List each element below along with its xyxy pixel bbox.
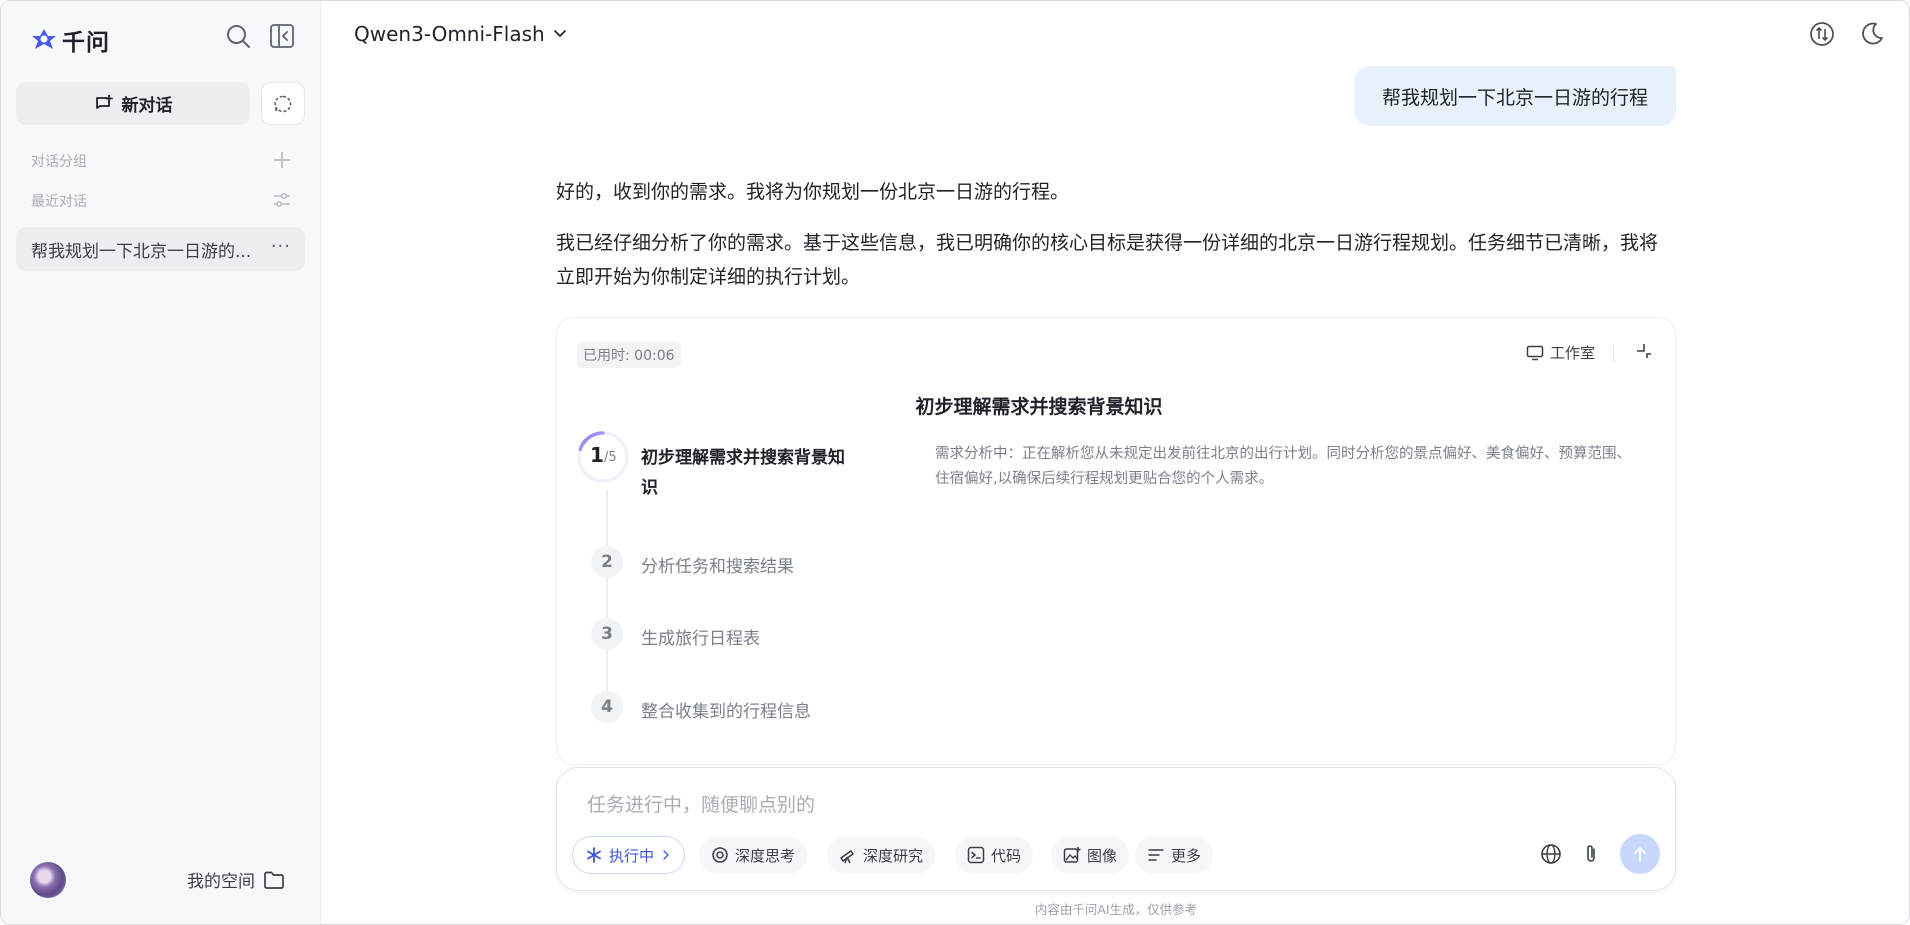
assistant-paragraph-1: 好的，收到你的需求。我将为你规划一份北京一日游的行程。 [556,181,1070,203]
image-label: 图像 [1087,846,1118,865]
image-icon [1063,847,1081,863]
code-icon [967,846,985,864]
folder-icon [264,871,284,889]
user-message-text: 帮我规划一下北京一日游的行程 [1381,86,1648,109]
card-divider [1613,346,1614,362]
user-message-bubble: 帮我规划一下北京一日游的行程 [1354,66,1676,126]
step-label-4: 整合收集到的行程信息 [641,702,811,722]
chevron-right-icon [663,850,669,860]
sort-arrows-icon[interactable] [1809,21,1835,47]
qianwen-logo-icon [32,29,56,49]
sidebar: 千问 新对话 对话分组 最近对话 帮我规划一下北京一日游的... ··· 我的空… [1,1,321,924]
chat-bubble-button[interactable] [261,82,305,125]
deep-research-label: 深度研究 [863,846,924,865]
app-window: 千问 新对话 对话分组 最近对话 帮我规划一下北京一日游的... ··· 我的空… [0,0,1910,925]
deep-think-icon [712,847,728,863]
recent-conversation-item[interactable]: 帮我规划一下北京一日游的... ··· [16,227,305,271]
my-space-button[interactable]: 我的空间 [187,867,285,892]
step-number-3: 3 [591,618,623,650]
more-lines-icon [1148,849,1164,861]
running-status-label: 执行中 [609,846,655,865]
step-label-3: 生成旅行日程表 [641,629,760,649]
current-step-title: 初步理解需求并搜索背景知识 [915,396,1163,418]
telescope-icon [840,850,854,864]
chevron-down-icon [553,30,566,38]
elapsed-time-badge: 已用时: 00:06 [577,342,681,368]
step-progress-ring: 1 /5 [577,431,629,483]
search-icon[interactable] [225,23,251,49]
code-button[interactable]: 代码 [955,836,1034,874]
studio-label: 工作室 [1550,344,1596,362]
step-timeline-line [606,490,608,710]
dark-mode-moon-icon[interactable] [1859,21,1885,47]
image-button[interactable]: 图像 [1051,836,1130,874]
chat-input[interactable] [587,790,1487,820]
model-selector[interactable]: Qwen3-Omni-Flash [354,22,567,46]
studio-button[interactable]: 工作室 [1526,342,1595,363]
code-label: 代码 [991,846,1022,865]
task-progress-card: 已用时: 00:06 工作室 初步理解需求并搜索背景知识 1 /5 初步理解需求… [556,317,1676,765]
assistant-paragraph-2: 我已经仔细分析了你的需求。基于这些信息，我已明确你的核心目标是获得一份详细的北京… [556,232,1659,288]
more-label: 更多 [1171,846,1202,865]
collapse-icon[interactable] [1634,341,1654,361]
my-space-label: 我的空间 [187,872,255,892]
deep-think-button[interactable]: 深度思考 [699,836,808,874]
arrow-up-icon [1634,846,1646,861]
app-logo-text: 千问 [62,30,110,56]
step-number-2: 2 [591,546,623,578]
globe-icon[interactable] [1540,843,1562,865]
paperclip-icon[interactable] [1580,843,1602,865]
recent-conversations-label: 最近对话 [31,194,87,210]
more-button[interactable]: 更多 [1135,836,1214,874]
new-chat-label: 新对话 [121,96,173,116]
new-chat-icon [95,94,113,109]
user-avatar[interactable] [30,862,66,898]
recent-conversation-title: 帮我规划一下北京一日游的... [31,241,252,262]
sidebar-collapse-icon[interactable] [269,23,295,49]
filter-sliders-icon[interactable] [272,190,292,210]
step-total-number: /5 [604,450,617,465]
active-step-label: 初步理解需求并搜索背景知识 [641,448,845,498]
new-chat-button[interactable]: 新对话 [16,82,250,125]
step-current-number: 1 [590,443,604,467]
deep-think-label: 深度思考 [735,846,796,865]
running-status-chip[interactable]: 执行中 [572,836,686,874]
send-button[interactable] [1620,834,1660,874]
more-options-icon[interactable]: ··· [271,236,291,257]
chat-input-box: 执行中 深度思考 深度研究 [556,767,1676,891]
step-number-4: 4 [591,691,623,723]
asterisk-spark-icon [587,847,601,863]
deep-research-button[interactable]: 深度研究 [827,836,936,874]
step-label-2: 分析任务和搜索结果 [641,557,794,577]
ai-disclaimer: 内容由千问AI生成，仅供参考 [1,899,1909,918]
chat-bubble-icon [274,95,292,112]
active-step-description: 需求分析中：正在解析您从未规定出发前往北京的出行计划。同时分析您的景点偏好、美食… [935,446,1631,487]
monitor-icon [1526,345,1544,360]
add-group-icon[interactable] [272,150,292,170]
model-name: Qwen3-Omni-Flash [354,22,545,46]
ai-disclaimer-text: 内容由千问AI生成，仅供参考 [1034,902,1198,917]
conversation-groups-label: 对话分组 [31,154,87,170]
app-logo[interactable]: 千问 [30,23,110,57]
